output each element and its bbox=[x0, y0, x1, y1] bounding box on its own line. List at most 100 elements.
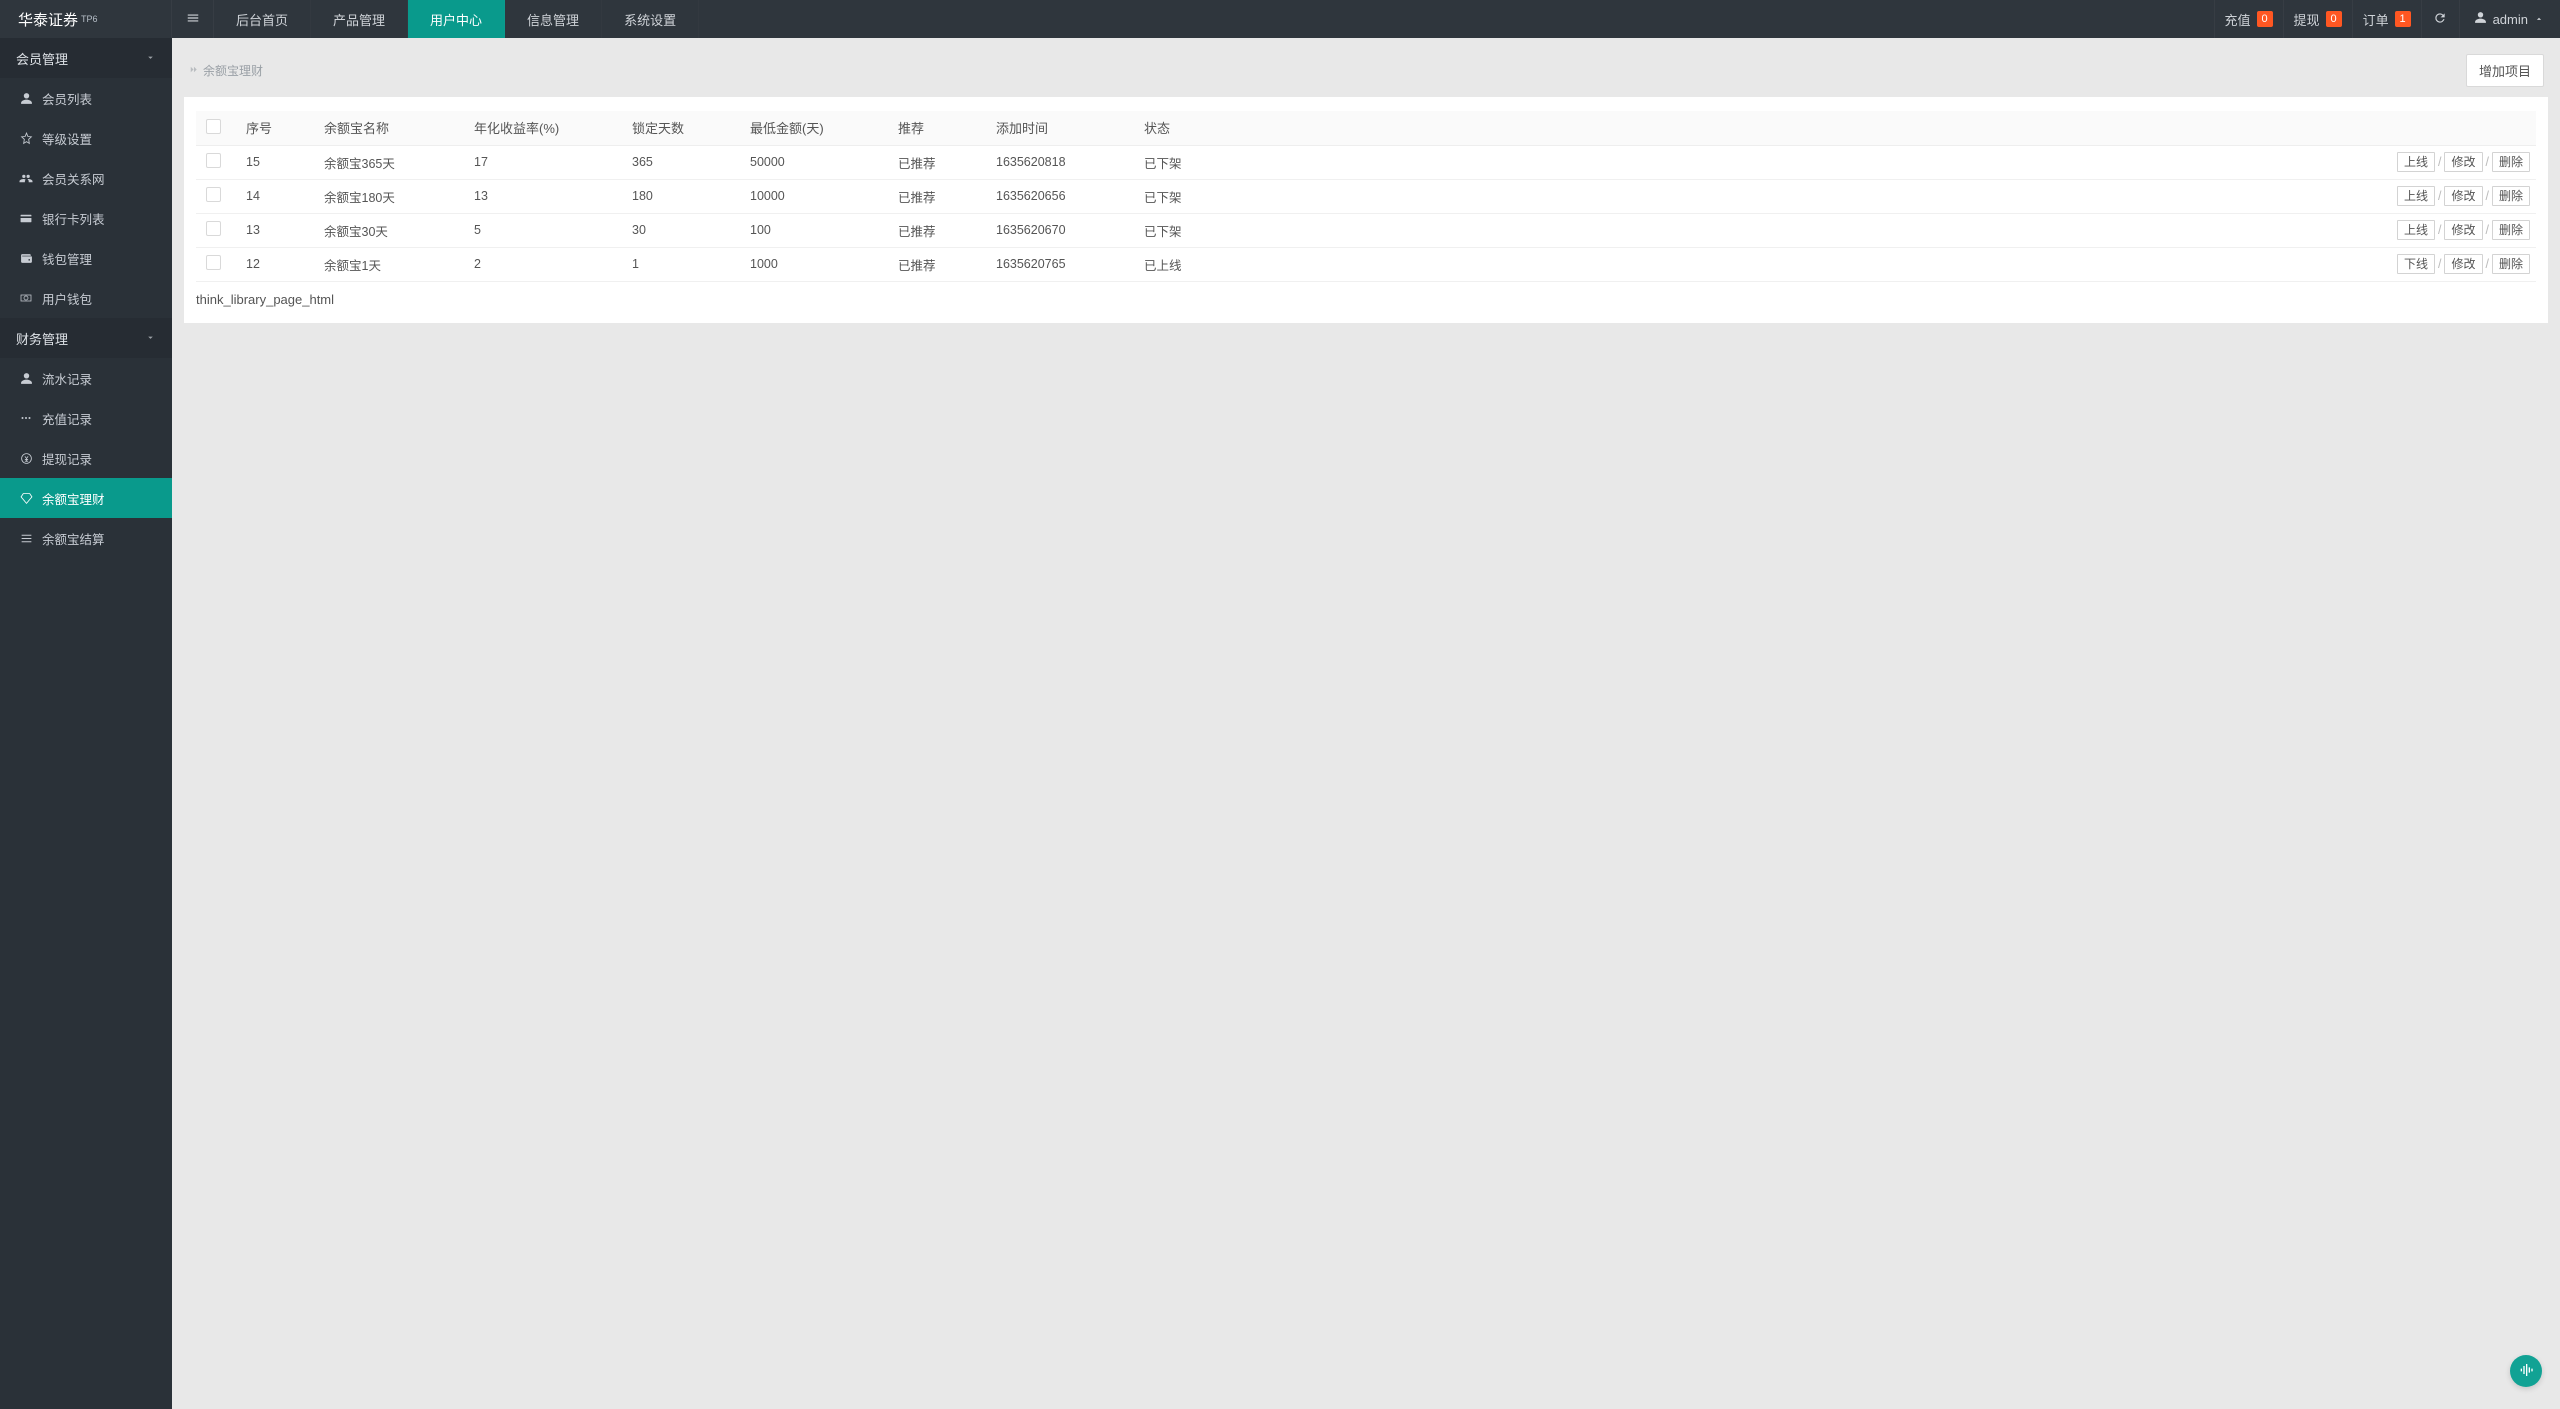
cell-rec: 已推荐 bbox=[888, 179, 986, 213]
sidebar-group-title[interactable]: 会员管理 bbox=[0, 38, 172, 78]
sidebar-item-label: 充值记录 bbox=[42, 409, 92, 428]
row-edit-button[interactable]: 修改 bbox=[2444, 254, 2482, 275]
cell-min: 1000 bbox=[740, 247, 888, 281]
row-edit-button[interactable]: 修改 bbox=[2444, 186, 2482, 207]
topnav-item-product[interactable]: 产品管理 bbox=[311, 0, 408, 38]
th-rate: 年化收益率(%) bbox=[464, 111, 622, 145]
sidebar-item-withdraw-record[interactable]: 提现记录 bbox=[0, 438, 172, 478]
row-edit-button[interactable]: 修改 bbox=[2444, 152, 2482, 173]
sidebar-item-label: 银行卡列表 bbox=[42, 209, 105, 228]
sidebar-toggle[interactable] bbox=[172, 0, 214, 38]
row-delete-button[interactable]: 删除 bbox=[2492, 254, 2530, 275]
user-icon bbox=[2474, 11, 2487, 27]
list-icon bbox=[18, 532, 34, 545]
user-icon bbox=[18, 372, 34, 385]
th-min: 最低金额(天) bbox=[740, 111, 888, 145]
withdraw-count-badge: 0 bbox=[2326, 11, 2342, 27]
sound-wave-icon bbox=[2518, 1362, 2534, 1381]
cell-rec: 已推荐 bbox=[888, 247, 986, 281]
float-assist-button[interactable] bbox=[2510, 1355, 2542, 1387]
sidebar-item-label: 钱包管理 bbox=[42, 249, 92, 268]
row-checkbox[interactable] bbox=[206, 153, 221, 168]
brand: 华泰证券 TP6 bbox=[0, 0, 172, 38]
th-id: 序号 bbox=[236, 111, 314, 145]
cell-min: 50000 bbox=[740, 145, 888, 179]
sidebar-item-flow-record[interactable]: 流水记录 bbox=[0, 358, 172, 398]
th-name: 余额宝名称 bbox=[314, 111, 464, 145]
sidebar-item-relation-net[interactable]: 会员关系网 bbox=[0, 158, 172, 198]
th-lock: 锁定天数 bbox=[622, 111, 740, 145]
top-action-recharge[interactable]: 充值 0 bbox=[2214, 0, 2283, 38]
cell-status: 已下架 bbox=[1134, 179, 1234, 213]
cell-rec: 已推荐 bbox=[888, 213, 986, 247]
sidebar-item-label: 等级设置 bbox=[42, 129, 92, 148]
cell-name: 余额宝365天 bbox=[314, 145, 464, 179]
breadcrumb-text: 余额宝理财 bbox=[203, 62, 263, 79]
row-checkbox[interactable] bbox=[206, 255, 221, 270]
refresh-button[interactable] bbox=[2421, 0, 2459, 38]
row-toggle-button[interactable]: 下线 bbox=[2397, 254, 2435, 275]
row-toggle-button[interactable]: 上线 bbox=[2397, 186, 2435, 207]
star-icon bbox=[18, 132, 34, 145]
user-menu[interactable]: admin bbox=[2459, 0, 2560, 38]
topbar: 华泰证券 TP6 后台首页产品管理用户中心信息管理系统设置 充值 0 提现 0 … bbox=[0, 0, 2560, 38]
row-toggle-button[interactable]: 上线 bbox=[2397, 220, 2435, 241]
table-header-row: 序号 余额宝名称 年化收益率(%) 锁定天数 最低金额(天) 推荐 添加时间 状… bbox=[196, 111, 2536, 145]
row-toggle-button[interactable]: 上线 bbox=[2397, 152, 2435, 173]
cell-rate: 13 bbox=[464, 179, 622, 213]
topnav-item-user[interactable]: 用户中心 bbox=[408, 0, 505, 38]
sidebar-item-yuebao-settle[interactable]: 余额宝结算 bbox=[0, 518, 172, 558]
add-item-button[interactable]: 增加项目 bbox=[2466, 54, 2544, 87]
sidebar-item-label: 余额宝结算 bbox=[42, 529, 105, 548]
row-edit-button[interactable]: 修改 bbox=[2444, 220, 2482, 241]
row-delete-button[interactable]: 删除 bbox=[2492, 220, 2530, 241]
sidebar-item-label: 流水记录 bbox=[42, 369, 92, 388]
topnav-item-home[interactable]: 后台首页 bbox=[214, 0, 311, 38]
row-checkbox[interactable] bbox=[206, 221, 221, 236]
topnav-item-info[interactable]: 信息管理 bbox=[505, 0, 602, 38]
chevron-up-icon bbox=[2534, 12, 2544, 27]
row-delete-button[interactable]: 删除 bbox=[2492, 152, 2530, 173]
sidebar-group-title[interactable]: 财务管理 bbox=[0, 318, 172, 358]
cell-min: 10000 bbox=[740, 179, 888, 213]
data-panel: 序号 余额宝名称 年化收益率(%) 锁定天数 最低金额(天) 推荐 添加时间 状… bbox=[184, 97, 2548, 323]
recharge-label: 充值 bbox=[2225, 10, 2251, 29]
sidebar-item-bankcard-list[interactable]: 银行卡列表 bbox=[0, 198, 172, 238]
cell-rate: 2 bbox=[464, 247, 622, 281]
breadcrumb-chevrons-icon bbox=[188, 64, 199, 78]
chevron-down-icon bbox=[145, 331, 156, 346]
top-action-withdraw[interactable]: 提现 0 bbox=[2283, 0, 2352, 38]
chevron-down-icon bbox=[145, 51, 156, 66]
table-row: 13余额宝30天530100已推荐1635620670已下架上线/修改/删除 bbox=[196, 213, 2536, 247]
sidebar-item-label: 会员列表 bbox=[42, 89, 92, 108]
cell-time: 1635620818 bbox=[986, 145, 1134, 179]
cell-time: 1635620656 bbox=[986, 179, 1134, 213]
sidebar-item-wallet-manage[interactable]: 钱包管理 bbox=[0, 238, 172, 278]
sidebar: 会员管理会员列表等级设置会员关系网银行卡列表钱包管理用户钱包财务管理流水记录充值… bbox=[0, 38, 172, 1409]
coin-icon bbox=[18, 452, 34, 465]
row-checkbox[interactable] bbox=[206, 187, 221, 202]
sidebar-item-yuebao-product[interactable]: 余额宝理财 bbox=[0, 478, 172, 518]
sidebar-item-user-wallet[interactable]: 用户钱包 bbox=[0, 278, 172, 318]
sidebar-item-label: 会员关系网 bbox=[42, 169, 105, 188]
brand-name: 华泰证券 bbox=[18, 9, 78, 30]
sidebar-item-level-set[interactable]: 等级设置 bbox=[0, 118, 172, 158]
select-all-checkbox[interactable] bbox=[206, 119, 221, 134]
cell-id: 12 bbox=[236, 247, 314, 281]
dots-icon bbox=[18, 412, 34, 424]
order-count-badge: 1 bbox=[2395, 11, 2411, 27]
sidebar-item-member-list[interactable]: 会员列表 bbox=[0, 78, 172, 118]
withdraw-label: 提现 bbox=[2294, 10, 2320, 29]
diamond-icon bbox=[18, 492, 34, 505]
cell-name: 余额宝30天 bbox=[314, 213, 464, 247]
cell-name: 余额宝180天 bbox=[314, 179, 464, 213]
th-time: 添加时间 bbox=[986, 111, 1134, 145]
topnav-item-system[interactable]: 系统设置 bbox=[602, 0, 699, 38]
cell-id: 13 bbox=[236, 213, 314, 247]
row-delete-button[interactable]: 删除 bbox=[2492, 186, 2530, 207]
top-action-order[interactable]: 订单 1 bbox=[2352, 0, 2421, 38]
sidebar-item-recharge-record[interactable]: 充值记录 bbox=[0, 398, 172, 438]
order-label: 订单 bbox=[2363, 10, 2389, 29]
cell-time: 1635620765 bbox=[986, 247, 1134, 281]
sidebar-item-label: 用户钱包 bbox=[42, 289, 92, 308]
